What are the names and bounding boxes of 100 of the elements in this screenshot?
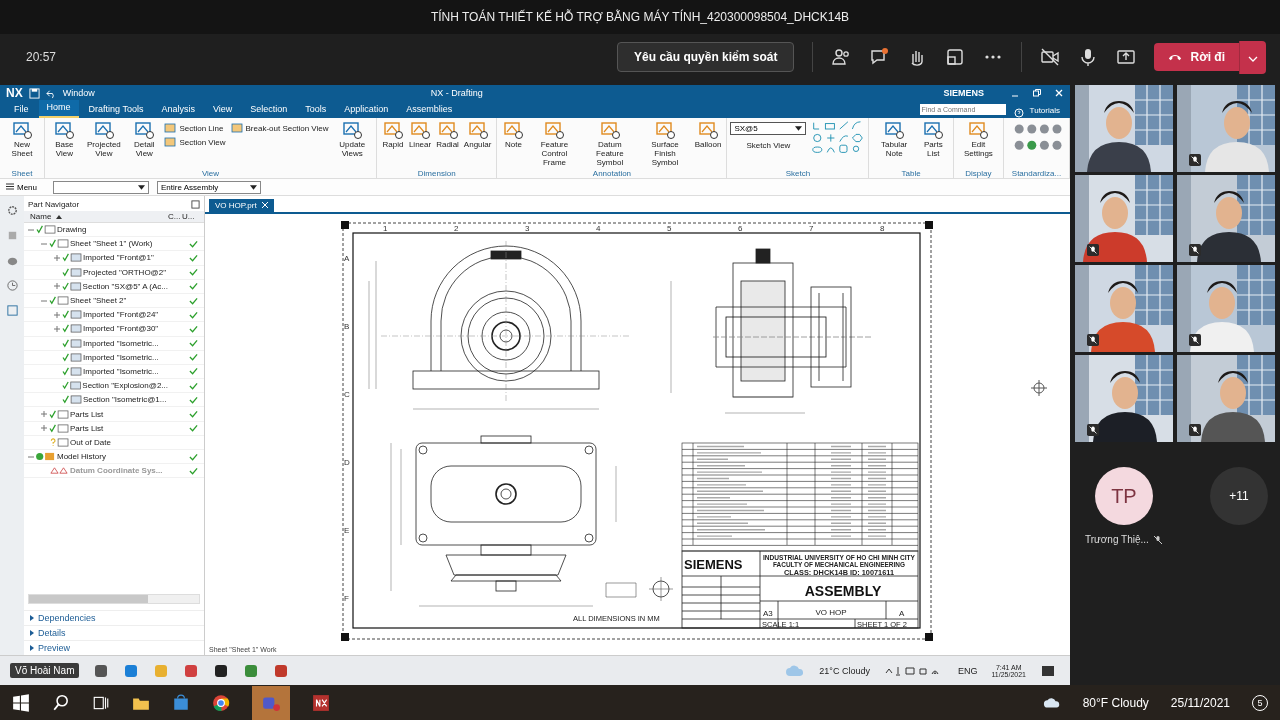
ribbon-tab[interactable]: Drafting Tools xyxy=(80,102,152,118)
tree-item[interactable]: Imported "Front@24" xyxy=(83,310,159,320)
window-menu[interactable]: Window xyxy=(62,88,95,98)
ribbon-group-label[interactable]: Table xyxy=(872,169,950,178)
camera-off-icon[interactable] xyxy=(1040,47,1061,67)
expand-icon[interactable] xyxy=(54,311,60,318)
ribbon-group-label[interactable]: Standardiza... xyxy=(1007,169,1066,178)
share-screen-icon[interactable] xyxy=(1116,47,1137,67)
sketch-select[interactable]: SX@5 xyxy=(730,122,807,135)
ribbon-button[interactable]: Update Views xyxy=(331,120,373,158)
ribbon-button[interactable]: New Sheet xyxy=(3,120,42,158)
ribbon-group-label[interactable]: Dimension xyxy=(379,169,494,178)
ribbon-button[interactable]: Break-out Section View xyxy=(228,123,331,133)
ribbon-tab[interactable]: Tools xyxy=(297,102,335,118)
ribbon-button[interactable]: Parts List xyxy=(916,120,950,158)
ribbon-group-label[interactable]: Sketch xyxy=(730,169,866,178)
scope-select[interactable]: Entire Assembly xyxy=(157,180,261,194)
ribbon-tab[interactable]: Application xyxy=(336,102,397,118)
ribbon-button[interactable]: Angular xyxy=(461,120,494,149)
request-control-button[interactable]: Yêu cầu quyền kiểm soát xyxy=(617,42,795,72)
ribbon-button[interactable]: Datum Feature Symbol xyxy=(582,120,638,167)
column-header[interactable]: U... xyxy=(182,212,204,221)
ribbon-button[interactable]: Edit Settings xyxy=(956,120,1000,158)
ribbon-button[interactable]: Note xyxy=(500,120,527,149)
expand-icon[interactable] xyxy=(41,411,47,418)
windows-start-icon[interactable] xyxy=(12,693,30,712)
expand-icon[interactable] xyxy=(41,425,47,432)
tree-item[interactable]: Projected "ORTHO@2" xyxy=(83,267,166,277)
tree-item[interactable]: Imported "Front@1" xyxy=(83,253,154,263)
column-header[interactable]: C... xyxy=(168,212,182,221)
tree-item[interactable]: Section "Explosion@2... xyxy=(82,381,168,391)
ribbon-group-label[interactable]: View xyxy=(48,169,373,178)
tree-item[interactable]: Section "SX@5" A (Ac... xyxy=(82,281,168,291)
expand-icon[interactable] xyxy=(54,325,60,332)
tutorials-button[interactable]: Tutorials xyxy=(1025,106,1064,118)
ribbon-button[interactable]: Linear xyxy=(406,120,434,149)
expand-icon[interactable] xyxy=(54,254,60,261)
leave-options-button[interactable] xyxy=(1239,40,1266,74)
ribbon-tab[interactable]: View xyxy=(204,102,241,118)
menu-button[interactable]: Menu xyxy=(6,182,37,192)
ribbon-group-label[interactable]: Display xyxy=(956,169,1000,178)
ribbon-button[interactable]: Base View xyxy=(48,120,81,158)
ribbon-group-label[interactable]: Annotation xyxy=(500,169,724,178)
more-participants-button[interactable]: +11 xyxy=(1210,467,1268,525)
ribbon-button[interactable]: Section Line xyxy=(162,123,228,133)
tree-item[interactable]: Drawing xyxy=(57,225,87,235)
settings-icon[interactable] xyxy=(5,204,19,217)
chat-icon[interactable] xyxy=(869,47,890,67)
leave-button[interactable]: Rời đi xyxy=(1154,43,1239,71)
tree-item[interactable]: Imported "Isometric... xyxy=(83,338,159,348)
restore-icon[interactable] xyxy=(1032,88,1042,98)
close-icon[interactable] xyxy=(261,202,268,208)
tree-item[interactable]: Imported "Front@30" xyxy=(83,324,159,334)
ribbon-button[interactable]: Detail View xyxy=(127,120,162,158)
horizontal-scrollbar[interactable] xyxy=(28,594,200,604)
type-filter-select[interactable] xyxy=(53,180,149,194)
collapsed-panel[interactable]: Dependencies xyxy=(24,610,204,625)
tree-item[interactable]: Parts List xyxy=(70,423,104,433)
sketch-tools-drawing[interactable] xyxy=(811,120,866,156)
nx-app-icon[interactable] xyxy=(312,693,330,712)
language-indicator[interactable]: ENG xyxy=(957,665,978,676)
ribbon-button[interactable]: Radial xyxy=(434,120,461,149)
ribbon-button[interactable]: Surface Finish Symbol xyxy=(638,120,692,167)
ribbon-button[interactable]: Section View xyxy=(162,137,228,147)
save-icon[interactable] xyxy=(28,87,40,99)
help-icon[interactable] xyxy=(1013,108,1024,118)
close-icon[interactable] xyxy=(1054,88,1064,98)
tree-item[interactable]: Imported "Isometric... xyxy=(83,352,159,362)
tree-item[interactable]: Model History xyxy=(57,452,106,462)
ribbon-tab[interactable]: Analysis xyxy=(153,102,203,118)
tree-item[interactable]: Section "Isometric@1... xyxy=(83,395,167,405)
layout-icon[interactable] xyxy=(945,47,966,67)
avatar[interactable]: TP xyxy=(1094,467,1153,525)
maximize-icon[interactable] xyxy=(191,200,200,209)
ribbon-button[interactable]: Balloon xyxy=(692,120,724,149)
chrome-icon[interactable] xyxy=(212,693,230,712)
taskbar-app-icon[interactable] xyxy=(213,662,230,679)
ribbon-tab[interactable]: Assemblies xyxy=(398,102,461,118)
ribbon-button[interactable]: Feature Control Frame xyxy=(527,120,582,167)
ribbon-button[interactable]: Rapid xyxy=(379,120,406,149)
ribbon-tab[interactable]: Home xyxy=(38,100,79,118)
store-icon[interactable] xyxy=(172,693,190,712)
ribbon-tab[interactable]: File xyxy=(6,102,37,118)
tree-item[interactable]: Imported "Isometric... xyxy=(83,366,159,376)
ribbon-button[interactable]: Projected View xyxy=(81,120,127,158)
tree-item[interactable]: Out of Date xyxy=(70,437,111,447)
collapsed-panel[interactable]: Details xyxy=(24,625,204,640)
people-icon[interactable] xyxy=(831,47,852,67)
column-header[interactable]: Name xyxy=(24,212,168,221)
tree-item[interactable]: Sheet "Sheet 2" xyxy=(70,296,127,306)
expand-icon[interactable] xyxy=(54,283,60,290)
tree-item[interactable]: Sheet "Sheet 1" (Work) xyxy=(70,239,153,249)
clock-icon[interactable] xyxy=(5,279,19,292)
taskbar-app-icon[interactable] xyxy=(93,662,110,679)
ribbon-group-label[interactable]: Sheet xyxy=(3,169,42,178)
ribbon-button[interactable]: Tabular Note xyxy=(872,120,916,158)
ribbon-tab[interactable]: Selection xyxy=(242,102,296,118)
search-icon[interactable] xyxy=(52,693,70,712)
document-tab[interactable]: VO HOP.prt xyxy=(209,199,274,212)
tree-item[interactable]: Parts List xyxy=(70,409,104,419)
